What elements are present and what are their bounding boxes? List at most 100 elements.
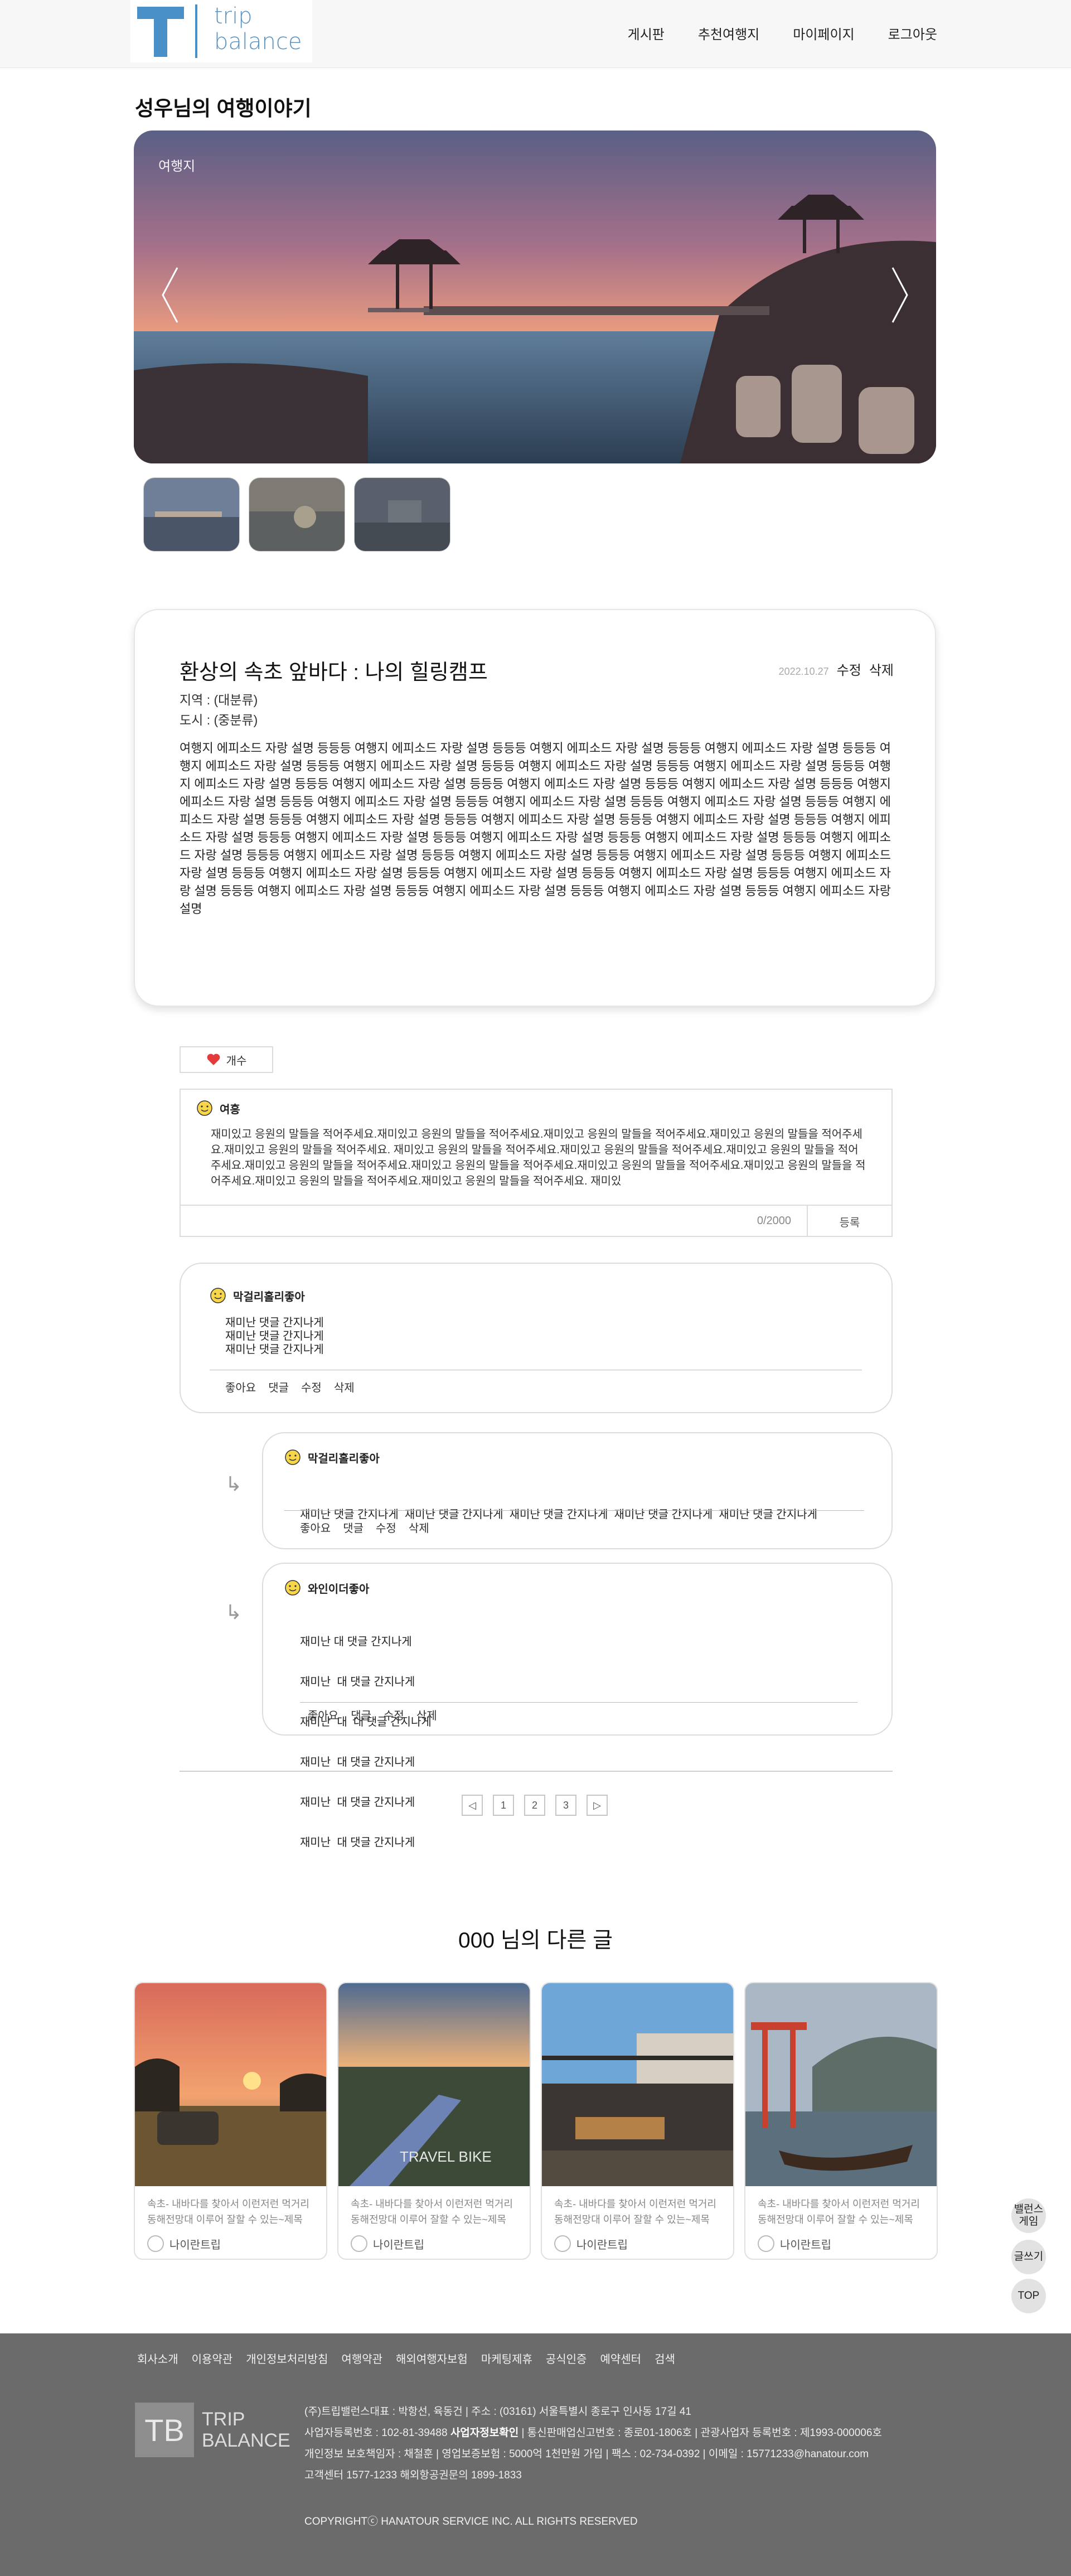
company-info-line: 개인정보 보호책임자 : 채철훈 | 영업보증보험 : 5000억 1천만원 가…: [304, 2448, 869, 2460]
article-title: 환상의 속초 앞바다 : 나의 힐링캠프: [180, 661, 488, 684]
post-card[interactable]: 속초- 내바다를 찾아서 이런저런 먹거리 동해전망대 이루어 잘할 수 있는~…: [134, 1982, 327, 2260]
article-card: 환상의 속초 앞바다 : 나의 힐링캠프 2022.10.27 수정 삭제 지역…: [134, 609, 936, 1007]
write-button[interactable]: 글쓰기: [1011, 2240, 1046, 2274]
reply-button[interactable]: 댓글: [351, 1707, 371, 1723]
company-info-line: 고객센터 1577-1233 해외항공권문의 1899-1833: [304, 2469, 522, 2481]
reply-arrow-icon: ↳: [225, 1601, 243, 1623]
footer-link[interactable]: 마케팅제휴: [481, 2350, 532, 2366]
chevron-left-icon[interactable]: [158, 264, 181, 326]
thumbnail-3[interactable]: [354, 477, 450, 552]
scroll-top-button[interactable]: TOP: [1011, 2279, 1046, 2313]
post-card-desc: 속초- 내바다를 찾아서 이런저런 먹거리 동해전망대 이루어 잘할 수 있는~…: [554, 2198, 716, 2225]
char-counter: 0/2000: [757, 1215, 791, 1227]
editor-footer: 0/2000 등록: [181, 1205, 891, 1237]
comment-item: 막걸리홀리좋아 재미난 댓글 간지나게 재미난 댓글 간지나게 재미난 댓글 간…: [180, 1263, 893, 1413]
registration-numbers: | 통신판매업신고번호 : 종로01-1806호 | 관광사업자 등록번호 : …: [518, 2427, 882, 2439]
comment-text: 재미난 댓글 간지나게 재미난 댓글 간지나게 재미난 댓글 간지나게 재미난 …: [300, 1481, 817, 1548]
smiley-avatar-icon: [285, 1449, 301, 1465]
post-card[interactable]: 속초- 내바다를 찾아서 이런저런 먹거리 동해전망대 이루어 잘할 수 있는~…: [541, 1982, 734, 2260]
site-logo[interactable]: trip balance: [130, 0, 312, 62]
page-3-button[interactable]: 3: [555, 1795, 576, 1816]
delete-button[interactable]: 삭제: [869, 659, 894, 679]
footer-logo-text: TRIP BALANCE: [202, 2409, 290, 2451]
delete-comment-button[interactable]: 삭제: [334, 1379, 355, 1395]
other-posts-list: 속초- 내바다를 찾아서 이런저런 먹거리 동해전망대 이루어 잘할 수 있는~…: [134, 1982, 938, 2260]
hero-label: 여행지: [158, 159, 196, 174]
nav-recommend[interactable]: 추천여행지: [698, 23, 759, 43]
comment-line: 재미난 댓글 간지나게: [225, 1343, 324, 1356]
company-info-line: 사업자등록번호 : 102-81-39488 사업자정보확인 | 통신판매업신고…: [304, 2423, 882, 2444]
heart-icon: [207, 1053, 220, 1065]
like-comment-button[interactable]: 좋아요: [308, 1707, 338, 1723]
edit-button[interactable]: 수정: [837, 659, 861, 679]
copyright: COPYRIGHTⓒ HANATOUR SERVICE INC. ALL RIG…: [304, 2516, 638, 2527]
post-card[interactable]: TRAVEL BIKE 속초- 내바다를 찾아서 이런저런 먹거리 동해전망대 …: [337, 1982, 531, 2260]
avatar-icon: [147, 2235, 164, 2252]
comment-actions: 좋아요 댓글 수정 삭제: [225, 1379, 355, 1395]
comments-divider: [180, 1771, 893, 1772]
footer-link[interactable]: 개인정보처리방침: [246, 2350, 328, 2366]
footer-link[interactable]: 검색: [655, 2350, 675, 2366]
site-footer: 회사소개 이용약관 개인정보처리방침 여행약관 해외여행자보험 마케팅제휴 공식…: [0, 2333, 1071, 2576]
reply-button[interactable]: 댓글: [268, 1379, 289, 1395]
reply-button[interactable]: 댓글: [343, 1519, 364, 1535]
like-comment-button[interactable]: 좋아요: [225, 1379, 256, 1395]
post-card-desc: 속초- 내바다를 찾아서 이런저런 먹거리 동해전망대 이루어 잘할 수 있는~…: [758, 2198, 920, 2225]
page-1-button[interactable]: 1: [493, 1795, 514, 1816]
hero-image: [134, 131, 936, 463]
page-2-button[interactable]: 2: [524, 1795, 545, 1816]
like-button[interactable]: 개수: [180, 1046, 273, 1073]
nav-board[interactable]: 게시판: [628, 23, 665, 43]
comment-editor: 여흥 재미있고 응원의 말들을 적어주세요.재미있고 응원의 말들을 적어주세요…: [180, 1089, 893, 1237]
comment-divider: [284, 1510, 864, 1511]
chevron-right-icon[interactable]: [889, 264, 912, 326]
footer-link[interactable]: 여행약관: [341, 2350, 382, 2366]
article-region: 지역 : (대분류): [180, 693, 258, 707]
next-page-button[interactable]: ▷: [587, 1795, 608, 1816]
post-card-author-name: 나이란트립: [169, 2239, 221, 2251]
article-body: 여행지 에피소드 자랑 설명 등등등 여행지 에피소드 자랑 설명 등등등 여행…: [180, 741, 891, 916]
comment-line: 재미난 댓글 간지나게: [225, 1317, 324, 1329]
nav-logout[interactable]: 로그아웃: [888, 23, 937, 43]
reply-item: 와인이더좋아 재미난 대 댓글 간지나게 재미난 대 댓글 간지나게 재미난 대…: [262, 1563, 893, 1849]
post-card-author-name: 나이란트립: [373, 2239, 424, 2251]
reply-item: 막걸리홀리좋아 재미난 댓글 간지나게 재미난 댓글 간지나게 재미난 댓글 간…: [262, 1432, 893, 1549]
submit-comment-button[interactable]: 등록: [807, 1206, 891, 1237]
delete-comment-button[interactable]: 삭제: [409, 1519, 429, 1535]
comment-author-name: 막걸리홀리좋아: [308, 1452, 380, 1465]
comment-line: 재미난 대 댓글 간지나게: [300, 1636, 412, 1648]
footer-link[interactable]: 공식인증: [546, 2350, 587, 2366]
thumbnail-2[interactable]: [249, 477, 345, 552]
logo-divider: [195, 4, 197, 58]
post-card-author-name: 나이란트립: [780, 2239, 831, 2251]
business-number: 사업자등록번호 : 102-81-39488: [304, 2427, 450, 2439]
nav-mypage[interactable]: 마이페이지: [793, 23, 854, 43]
post-card[interactable]: 속초- 내바다를 찾아서 이런저런 먹거리 동해전망대 이루어 잘할 수 있는~…: [744, 1982, 938, 2260]
footer-link[interactable]: 회사소개: [137, 2350, 178, 2366]
thumbnail-1[interactable]: [143, 477, 240, 552]
business-info-link[interactable]: 사업자정보확인: [450, 2427, 518, 2439]
article-meta: 2022.10.27 수정 삭제: [779, 659, 894, 679]
hero-slider: 여행지: [134, 131, 936, 463]
footer-logo: TB TRIP BALANCE: [135, 2403, 290, 2457]
footer-logo-line: BALANCE: [202, 2430, 290, 2451]
avatar-icon: [758, 2235, 774, 2252]
pagination: ◁ 1 2 3 ▷: [462, 1795, 608, 1816]
smiley-avatar-icon: [285, 1580, 301, 1596]
comment-author: 와인이더좋아: [284, 1579, 369, 1596]
logo-line-1: trip: [214, 3, 253, 29]
footer-link[interactable]: 예약센터: [600, 2350, 641, 2366]
comment-text: 재미난 댓글 간지나게 재미난 댓글 간지나게 재미난 댓글 간지나게: [225, 1316, 324, 1356]
comment-textarea[interactable]: 재미있고 응원의 말들을 적어주세요.재미있고 응원의 말들을 적어주세요.재미…: [211, 1127, 869, 1193]
delete-comment-button[interactable]: 삭제: [416, 1707, 437, 1723]
footer-link[interactable]: 해외여행자보험: [396, 2350, 468, 2366]
edit-comment-button[interactable]: 수정: [376, 1519, 396, 1535]
footer-link[interactable]: 이용약관: [192, 2350, 233, 2366]
prev-page-button[interactable]: ◁: [462, 1795, 483, 1816]
like-comment-button[interactable]: 좋아요: [300, 1519, 331, 1535]
balance-game-button[interactable]: 밸런스 게임: [1011, 2198, 1046, 2233]
edit-comment-button[interactable]: 수정: [301, 1379, 322, 1395]
edit-comment-button[interactable]: 수정: [384, 1707, 404, 1723]
post-card-image: [745, 1983, 937, 2186]
logo-text: trip balance: [214, 3, 302, 55]
